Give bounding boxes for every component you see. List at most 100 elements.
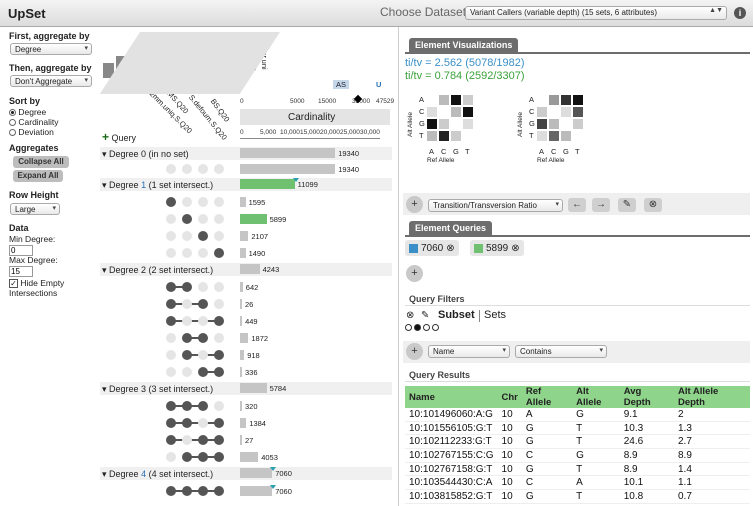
u-badge[interactable]: U bbox=[376, 80, 381, 89]
table-cell: 10:102767158:G:T bbox=[405, 462, 498, 477]
collapse-all-button[interactable]: Collapse All bbox=[13, 156, 69, 168]
table-cell: G bbox=[521, 434, 573, 450]
subset-dots[interactable] bbox=[405, 323, 455, 333]
next-button[interactable]: → bbox=[592, 198, 610, 212]
close-circle-icon[interactable]: ⊗ bbox=[446, 243, 454, 254]
close-circle-icon[interactable]: ⊗ bbox=[511, 243, 519, 254]
results-column-header[interactable]: Alt Allele Depth bbox=[673, 386, 750, 408]
ref-allele-axis-label: Ref Allele bbox=[537, 157, 565, 164]
intersection-cardinality-bar[interactable] bbox=[240, 230, 249, 241]
table-row[interactable]: 10:102767158:G:T 10 G T 8.9 1.4 bbox=[405, 462, 750, 477]
table-row[interactable]: 10:102112233:G:T 10 G T 24.6 2.7 bbox=[405, 434, 750, 450]
group-label[interactable]: ▾ Degree 4 (4 set intersect.) bbox=[102, 469, 213, 480]
results-column-header[interactable]: Name bbox=[405, 386, 498, 408]
info-icon[interactable]: i bbox=[734, 7, 746, 19]
table-cell: A bbox=[521, 408, 573, 422]
set-membership-dot bbox=[214, 281, 224, 292]
group-cardinality-bar[interactable] bbox=[240, 179, 295, 189]
dataset-select-value: Variant Callers (variable depth) (15 set… bbox=[470, 8, 658, 17]
max-degree-input[interactable] bbox=[9, 266, 33, 277]
edit-button[interactable]: ✎ bbox=[618, 198, 636, 212]
intersection-cardinality-bar[interactable] bbox=[240, 366, 242, 377]
dataset-select[interactable]: Variant Callers (variable depth) (15 set… bbox=[465, 6, 727, 20]
sets-toggle[interactable]: Sets bbox=[484, 309, 506, 321]
expand-all-button[interactable]: Expand All bbox=[13, 170, 63, 182]
intersection-cardinality-bar[interactable] bbox=[240, 281, 243, 292]
group-label[interactable]: ▾ Degree 2 (2 set intersect.) bbox=[102, 265, 213, 276]
first-aggregate-select[interactable]: Degree ▾ bbox=[10, 43, 92, 55]
add-query-button[interactable]: + Query bbox=[102, 130, 136, 144]
then-aggregate-select[interactable]: Don't Aggregate ▾ bbox=[10, 75, 92, 87]
results-column-header[interactable]: Avg Depth bbox=[619, 386, 674, 408]
intersection-cardinality-bar[interactable] bbox=[240, 247, 246, 258]
intersection-cardinality-bar[interactable] bbox=[240, 434, 242, 445]
group-cardinality-bar[interactable] bbox=[240, 383, 267, 393]
table-row[interactable]: 10:101556105:G:T 10 G T 10.3 1.3 bbox=[405, 421, 750, 436]
table-cell: T bbox=[572, 421, 620, 436]
axis-tick-label: 25,000 bbox=[340, 129, 360, 136]
intersection-cardinality-bar[interactable] bbox=[240, 298, 242, 309]
group-label-text: Degree bbox=[109, 469, 142, 479]
intersection-count: 320 bbox=[245, 401, 258, 411]
table-row[interactable]: 10:102767155:C:G 10 C G 8.9 8.9 bbox=[405, 448, 750, 463]
sort-option-deviation[interactable]: Deviation bbox=[9, 127, 54, 137]
intersection-cardinality-bar[interactable] bbox=[240, 332, 249, 343]
intersection-cardinality-bar[interactable] bbox=[240, 485, 273, 496]
row-height-select[interactable]: Large ▾ bbox=[10, 203, 60, 215]
group-label[interactable]: ▾ Degree 0 (in no set) bbox=[102, 149, 189, 160]
group-label[interactable]: ▾ Degree 3 (3 set intersect.) bbox=[102, 384, 213, 395]
group-cardinality-bar[interactable] bbox=[240, 148, 336, 158]
group-cardinality-bar[interactable] bbox=[240, 264, 260, 274]
table-row[interactable]: 10:103544430:C:A 10 C A 10.1 1.1 bbox=[405, 475, 750, 491]
subset-state-dot[interactable] bbox=[405, 324, 412, 331]
remove-visualization-button[interactable]: ⊗ bbox=[644, 198, 662, 212]
query-chip[interactable]: 7060 ⊗ bbox=[405, 240, 459, 256]
add-filter-button[interactable]: + bbox=[406, 343, 423, 360]
intersection-cardinality-bar[interactable] bbox=[240, 349, 245, 360]
add-visualization-button[interactable]: + bbox=[406, 196, 423, 213]
intersection-cardinality-bar[interactable] bbox=[240, 451, 259, 462]
alt-base-label: C bbox=[419, 107, 425, 116]
add-query-button-right[interactable]: + bbox=[406, 265, 423, 282]
intersection-cardinality-bar[interactable] bbox=[240, 164, 336, 174]
set-membership-dot bbox=[182, 400, 192, 411]
dropdown-arrow-icon: ▾ bbox=[84, 77, 88, 84]
results-column-header[interactable]: Alt Allele bbox=[572, 386, 620, 408]
titv-green-text: ti/tv = 0.784 (2592/3307) bbox=[405, 70, 525, 82]
sort-option-cardinality[interactable]: Cardinality bbox=[9, 117, 59, 127]
panel-divider[interactable] bbox=[398, 27, 399, 506]
filter-attribute-select[interactable]: Name ▾ bbox=[428, 345, 510, 358]
filter-operator-select[interactable]: Contains ▾ bbox=[515, 345, 607, 358]
visualization-select[interactable]: Transition/Transversion Ratio ▾ bbox=[428, 199, 563, 212]
table-cell: 10 bbox=[497, 489, 522, 504]
pencil-icon[interactable]: ✎ bbox=[421, 310, 429, 321]
table-row[interactable]: 10:103815852:G:T 10 G T 10.8 0.7 bbox=[405, 489, 750, 504]
sort-option-degree[interactable]: Degree bbox=[9, 107, 46, 117]
query-chip[interactable]: 5899 ⊗ bbox=[470, 240, 524, 256]
set-membership-dot bbox=[166, 298, 176, 309]
table-row[interactable]: 10:101496060:A:G 10 A G 9.1 2 bbox=[405, 408, 750, 422]
intersection-count: 1872 bbox=[251, 333, 269, 343]
previous-button[interactable]: ← bbox=[568, 198, 586, 212]
subset-toggle[interactable]: Subset bbox=[438, 309, 475, 321]
set-membership-dot bbox=[166, 485, 176, 496]
aggregates-label: Aggregates bbox=[9, 143, 59, 153]
results-column-header[interactable]: Ref Allele bbox=[521, 386, 573, 408]
hide-empty-checkbox[interactable]: ✓ Hide Empty Intersections bbox=[9, 278, 79, 298]
as-badge[interactable]: AS bbox=[333, 80, 350, 89]
group-label[interactable]: ▾ Degree 1 (1 set intersect.) bbox=[102, 180, 213, 191]
plus-icon: + bbox=[411, 267, 418, 279]
intersection-cardinality-bar[interactable] bbox=[240, 417, 247, 428]
remove-filter-icon[interactable]: ⊗ bbox=[406, 310, 414, 321]
intersection-cardinality-bar[interactable] bbox=[240, 213, 267, 224]
subset-state-dot[interactable] bbox=[432, 324, 439, 331]
intersection-cardinality-bar[interactable] bbox=[240, 400, 242, 411]
intersection-cardinality-bar[interactable] bbox=[240, 196, 246, 207]
intersection-cardinality-bar[interactable] bbox=[240, 315, 243, 326]
subset-state-dot[interactable] bbox=[423, 324, 430, 331]
checkbox-checked-icon: ✓ bbox=[9, 279, 18, 288]
results-column-header[interactable]: Chr bbox=[497, 386, 522, 408]
dropdown-arrow-icon: ▾ bbox=[84, 45, 88, 52]
subset-state-dot[interactable] bbox=[414, 324, 421, 331]
group-cardinality-bar[interactable] bbox=[240, 468, 273, 478]
